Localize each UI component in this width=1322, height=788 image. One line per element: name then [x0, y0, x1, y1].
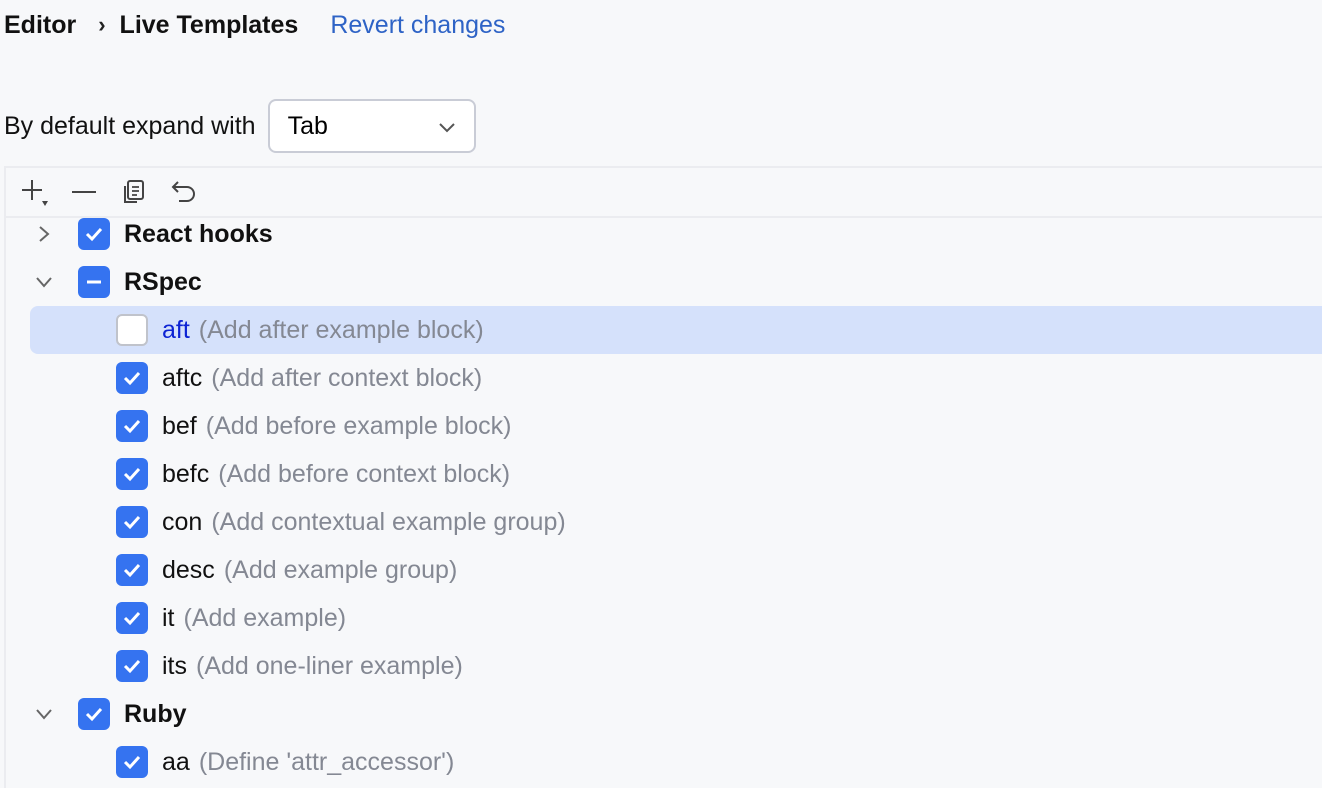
template-checkbox[interactable]: [116, 458, 148, 490]
checkmark-icon: [123, 755, 141, 770]
breadcrumb-editor[interactable]: Editor: [4, 11, 76, 40]
template-checkbox[interactable]: [116, 506, 148, 538]
template-checkbox[interactable]: [116, 602, 148, 634]
restore-icon: [171, 181, 195, 202]
add-button[interactable]: [16, 174, 52, 210]
chevron-down-icon: [438, 112, 456, 141]
template-description: (Add example): [183, 603, 347, 632]
indeterminate-icon: [87, 280, 101, 284]
group-checkbox[interactable]: [78, 218, 110, 250]
chevron-down-icon[interactable]: [32, 702, 56, 726]
chevron-right-icon[interactable]: [32, 222, 56, 246]
tree-group-react-hooks[interactable]: React hooks: [6, 210, 1322, 258]
add-icon: [22, 180, 48, 206]
group-label: React hooks: [124, 219, 273, 248]
checkmark-icon: [123, 371, 141, 386]
chevron-down-icon[interactable]: [32, 270, 56, 294]
template-checkbox[interactable]: [116, 314, 148, 346]
template-abbreviation: it: [162, 603, 175, 632]
template-checkbox[interactable]: [116, 410, 148, 442]
expand-key-dropdown[interactable]: Tab: [267, 99, 476, 153]
tree-group-rspec[interactable]: RSpec: [6, 258, 1322, 306]
template-description: (Add example group): [223, 555, 458, 584]
remove-button[interactable]: [66, 174, 102, 210]
template-abbreviation: desc: [162, 555, 215, 584]
remove-icon: [72, 191, 96, 193]
template-abbreviation: its: [162, 651, 187, 680]
checkmark-icon: [123, 611, 141, 626]
group-label: RSpec: [124, 267, 202, 296]
restore-button[interactable]: [166, 174, 202, 210]
template-description: (Add before example block): [205, 411, 512, 440]
template-item-befc[interactable]: befc (Add before context block): [6, 450, 1322, 498]
template-abbreviation: con: [162, 507, 203, 536]
checkmark-icon: [123, 419, 141, 434]
tree-group-ruby[interactable]: Ruby: [6, 690, 1322, 738]
template-checkbox[interactable]: [116, 746, 148, 778]
template-description: (Add after context block): [211, 363, 483, 392]
template-checkbox[interactable]: [116, 554, 148, 586]
template-abbreviation: aftc: [162, 363, 203, 392]
template-abbreviation: bef: [162, 411, 197, 440]
checkmark-icon: [85, 707, 103, 722]
template-item-its[interactable]: its (Add one-liner example): [6, 642, 1322, 690]
template-item-con[interactable]: con (Add contextual example group): [6, 498, 1322, 546]
group-label: Ruby: [124, 699, 187, 728]
checkmark-icon: [123, 515, 141, 530]
checkmark-icon: [123, 467, 141, 482]
template-abbreviation: aft: [162, 315, 190, 344]
template-item-aft[interactable]: aft (Add after example block): [6, 306, 1322, 354]
breadcrumb: Editor › Live Templates Revert changes: [4, 8, 505, 42]
template-item-desc[interactable]: desc (Add example group): [6, 546, 1322, 594]
copy-icon: [124, 180, 144, 203]
expand-with-label: By default expand with: [4, 111, 256, 140]
template-description: (Define 'attr_accessor'): [198, 747, 455, 776]
breadcrumb-separator: ›: [98, 12, 106, 37]
breadcrumb-live-templates: Live Templates: [119, 10, 299, 39]
checkmark-icon: [85, 227, 103, 242]
template-description: (Add one-liner example): [196, 651, 463, 680]
group-checkbox[interactable]: [78, 266, 110, 298]
expand-with-row: By default expand with Tab: [4, 98, 476, 154]
expand-key-value: Tab: [287, 111, 328, 140]
template-description: (Add contextual example group): [211, 507, 566, 536]
template-description: (Add after example block): [198, 315, 484, 344]
group-checkbox[interactable]: [78, 698, 110, 730]
template-checkbox[interactable]: [116, 362, 148, 394]
template-abbreviation: befc: [162, 459, 210, 488]
template-description: (Add before context block): [218, 459, 511, 488]
copy-button[interactable]: [116, 174, 152, 210]
checkmark-icon: [123, 659, 141, 674]
template-item-aa[interactable]: aa (Define 'attr_accessor'): [6, 738, 1322, 786]
templates-panel: React hooks RSpec aft (Add after example…: [4, 166, 1322, 788]
revert-changes-link[interactable]: Revert changes: [330, 11, 505, 40]
template-checkbox[interactable]: [116, 650, 148, 682]
checkmark-icon: [123, 563, 141, 578]
template-item-it[interactable]: it (Add example): [6, 594, 1322, 642]
template-item-bef[interactable]: bef (Add before example block): [6, 402, 1322, 450]
template-abbreviation: aa: [162, 747, 190, 776]
template-item-aftc[interactable]: aftc (Add after context block): [6, 354, 1322, 402]
